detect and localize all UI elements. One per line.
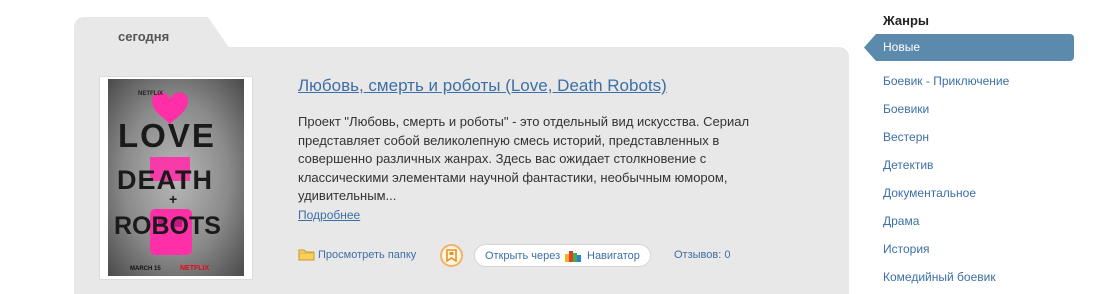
genre-item-comedy-action[interactable]: Комедийный боевик bbox=[883, 270, 996, 284]
genre-item-action-adventure[interactable]: Боевик - Приключение bbox=[883, 74, 1009, 88]
poster-word-robots: ROBOTS bbox=[114, 212, 221, 240]
genre-item-detective[interactable]: Детектив bbox=[883, 158, 933, 172]
genre-active-label: Новые bbox=[883, 40, 921, 54]
open-via-label: Открыть через bbox=[485, 250, 561, 262]
bookmark-button[interactable] bbox=[440, 244, 463, 267]
genre-item-action[interactable]: Боевики bbox=[883, 102, 929, 116]
feed-tab-label: сегодня bbox=[118, 29, 170, 44]
film-title-link[interactable]: Любовь, смерть и роботы (Love, Death Rob… bbox=[298, 76, 667, 96]
open-navigator-button[interactable]: Открыть через Навигатор bbox=[474, 244, 651, 267]
genre-item-documentary[interactable]: Документальное bbox=[883, 186, 976, 200]
genre-item-new[interactable]: Новые bbox=[864, 34, 1074, 61]
view-folder-link[interactable]: Просмотреть папку bbox=[318, 249, 416, 261]
film-description: Проект "Любовь, смерть и роботы" - это о… bbox=[298, 114, 750, 203]
poster-plus: + bbox=[169, 191, 177, 207]
poster-top-text: NETFLIX bbox=[138, 91, 163, 97]
more-link[interactable]: Подробнее bbox=[298, 208, 360, 222]
film-poster[interactable]: NETFLIX LOVE DEATH + ROBOTS MARCH 15 NET… bbox=[108, 79, 244, 276]
poster-word-death: DEATH bbox=[117, 165, 213, 195]
reviews-link[interactable]: Отзывов: 0 bbox=[674, 249, 730, 261]
genre-item-western[interactable]: Вестерн bbox=[883, 130, 929, 144]
poster-brand: NETFLIX bbox=[180, 265, 209, 272]
folder-icon[interactable] bbox=[298, 248, 315, 261]
genre-item-drama[interactable]: Драма bbox=[883, 214, 919, 228]
poster-date: MARCH 15 bbox=[130, 266, 161, 272]
navigator-logo-icon bbox=[565, 251, 581, 262]
bookmark-icon bbox=[446, 249, 457, 262]
genre-item-history[interactable]: История bbox=[883, 242, 930, 256]
navigator-label: Навигатор bbox=[587, 250, 640, 262]
poster-art: NETFLIX LOVE DEATH + ROBOTS MARCH 15 NET… bbox=[114, 91, 221, 272]
poster-word-love: LOVE bbox=[118, 117, 216, 154]
genres-heading: Жанры bbox=[883, 13, 930, 28]
